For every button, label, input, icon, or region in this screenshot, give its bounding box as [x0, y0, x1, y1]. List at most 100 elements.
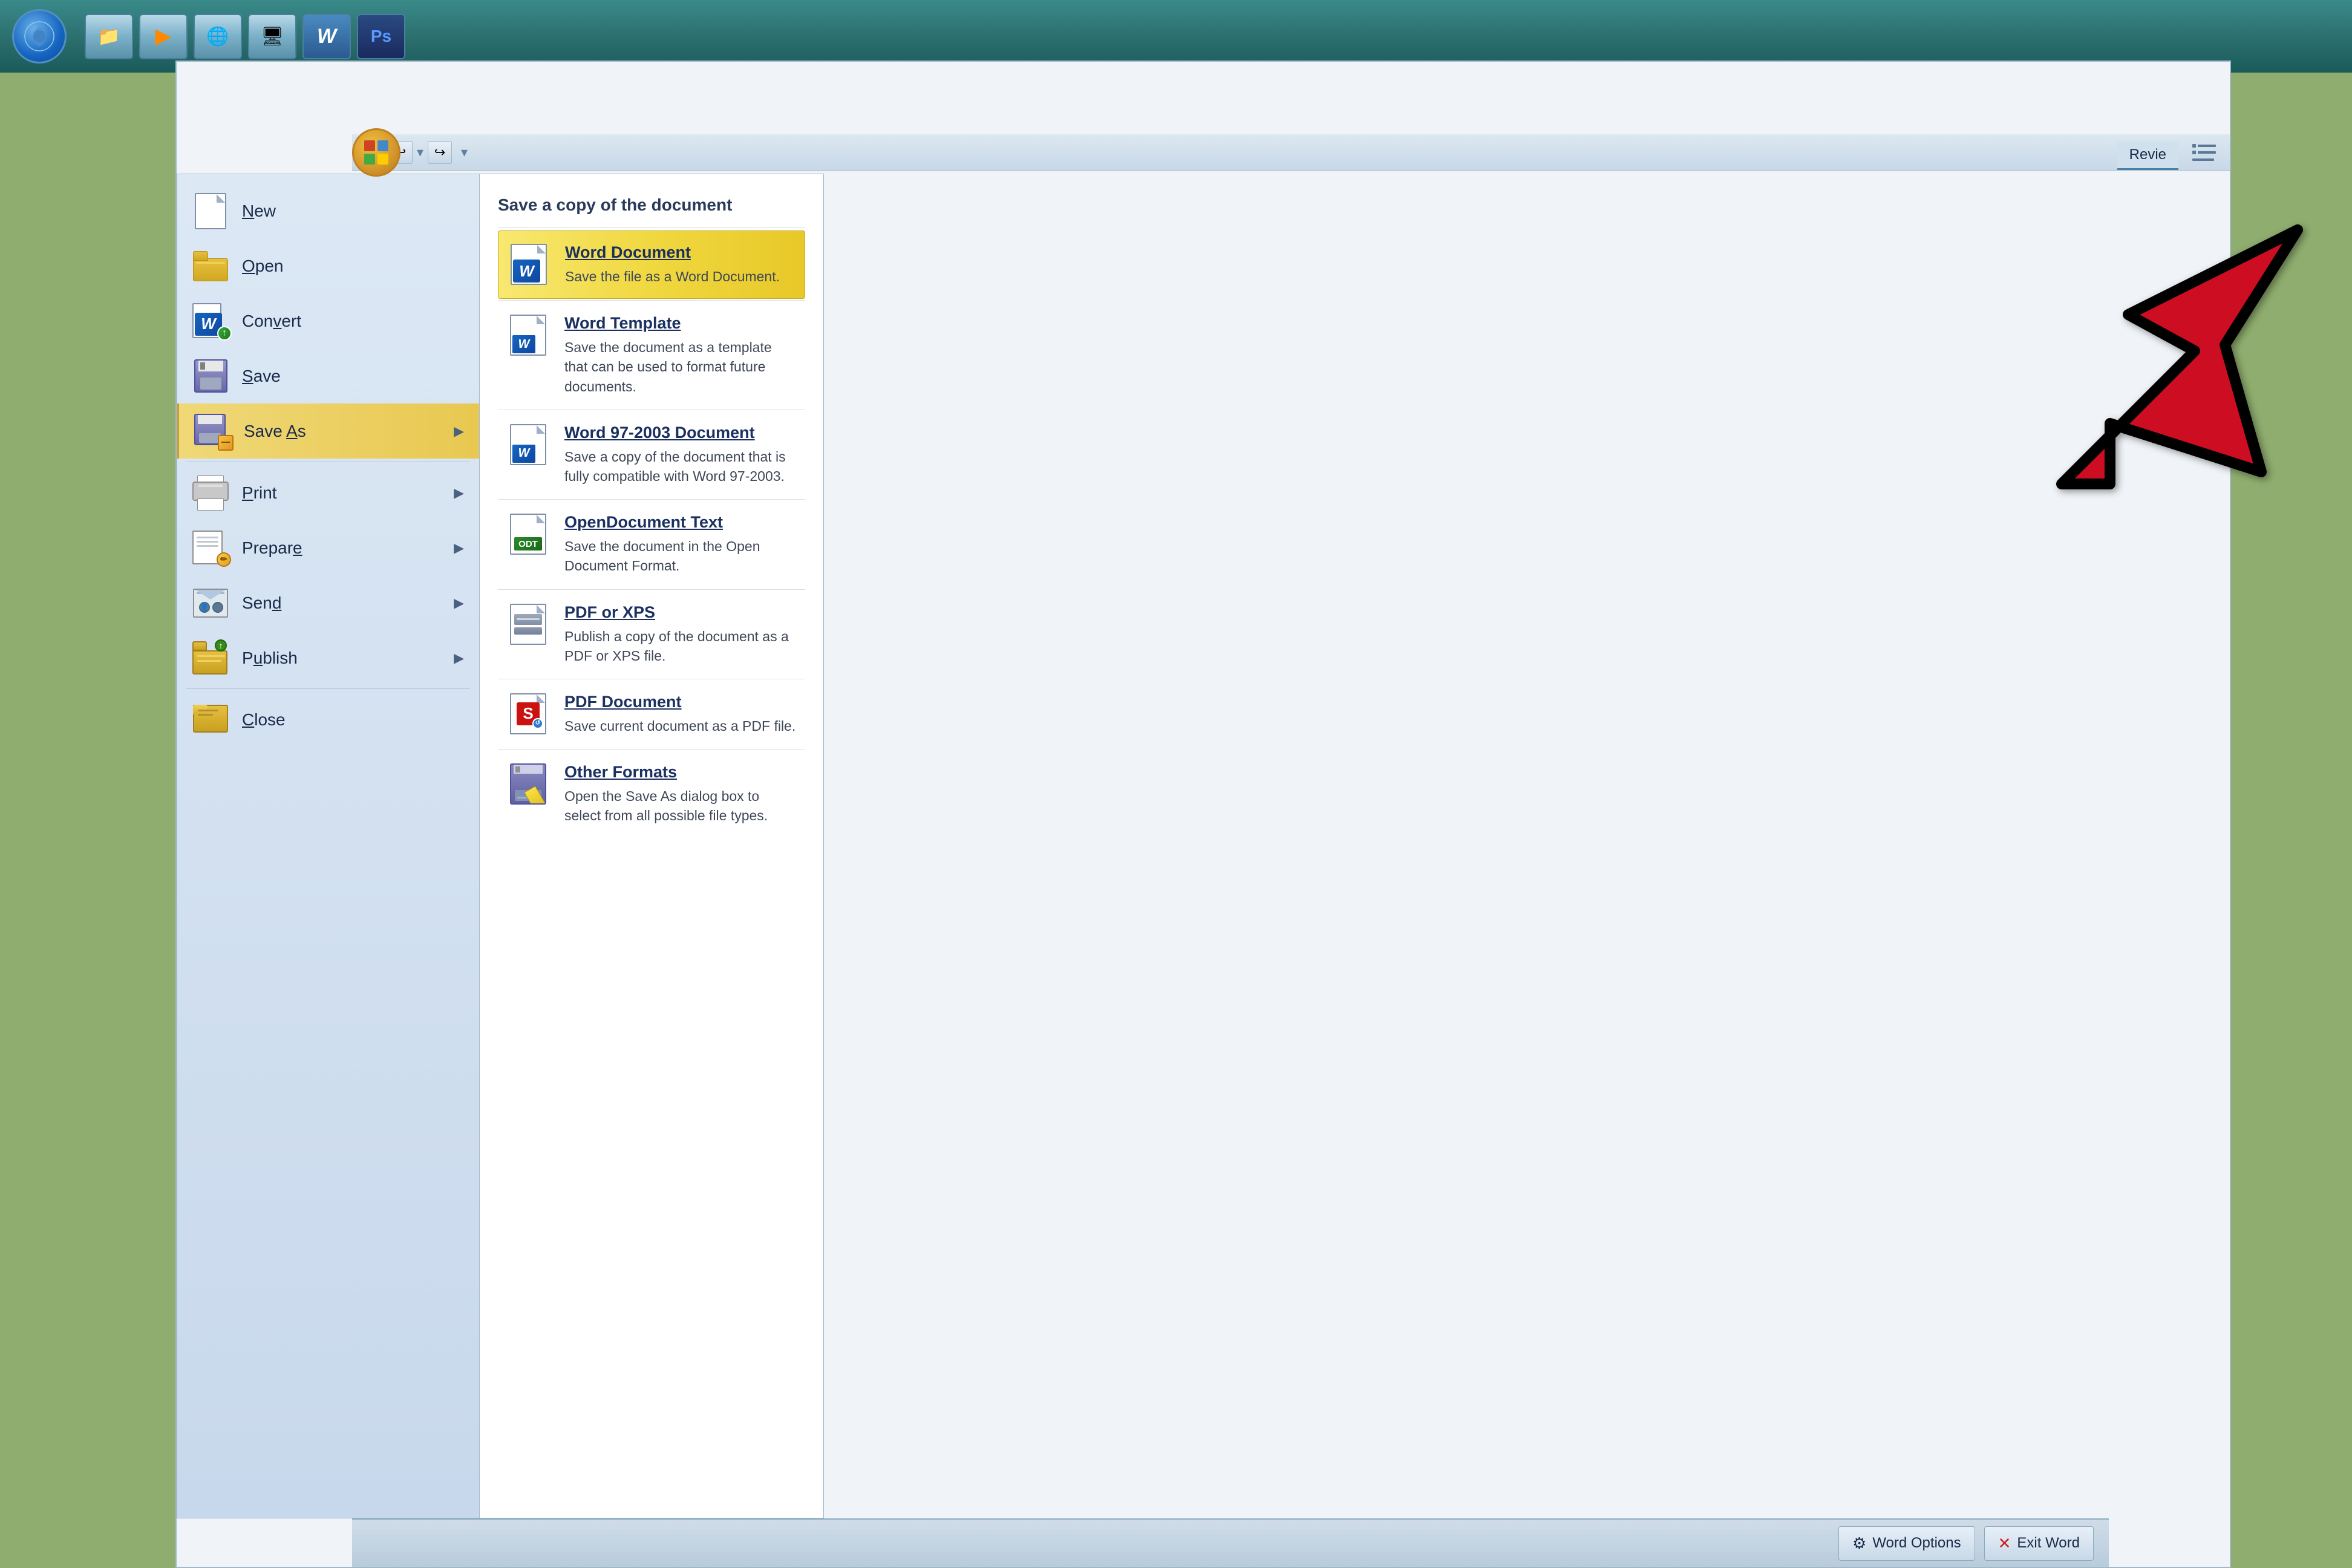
pdf-xps-desc: Publish a copy of the document as a PDF … [564, 627, 796, 665]
saveas-item-pdf-xps[interactable]: PDF or XPS Publish a copy of the documen… [498, 591, 805, 678]
saveas-divider-4 [498, 589, 805, 590]
bottom-bar: ⚙ Word Options ✕ Exit Word [352, 1518, 2109, 1567]
taskbar-chrome-btn[interactable]: 🌐 [194, 14, 242, 59]
word-document-desc: Save the file as a Word Document. [565, 267, 795, 286]
quick-toolbar: 💾 ↩ ▾ ↪ ▾ Revie [352, 134, 2230, 171]
nav-divider-2 [186, 688, 470, 689]
saveas-item-pdf-document[interactable]: S ↺ PDF Document Save current document a… [498, 681, 805, 748]
nav-new-label: New [242, 201, 276, 221]
saveas-divider-1 [498, 300, 805, 301]
start-orb[interactable] [12, 9, 67, 64]
remote-icon: 🖥 [259, 23, 286, 50]
nav-print-label: Print [242, 483, 277, 503]
taskbar-word-btn[interactable]: W [302, 14, 351, 59]
folder-icon: 📁 [96, 23, 122, 50]
nav-item-publish[interactable]: ↑ Publish ▶ [177, 630, 479, 685]
save-as-arrow: ▶ [454, 423, 464, 439]
close-file-icon [192, 703, 229, 736]
pdf-xps-title: PDF or XPS [564, 603, 796, 622]
nav-publish-label: Publish [242, 648, 298, 668]
word-template-title: Word Template [564, 314, 796, 333]
open-folder-icon [192, 249, 229, 283]
print-arrow: ▶ [454, 485, 464, 501]
opendocument-title: OpenDocument Text [564, 513, 796, 532]
word-document-icon: W [508, 243, 550, 286]
nav-close-label: Close [242, 710, 286, 730]
word-doc-badge: W [513, 260, 540, 283]
send-arrow: ▶ [454, 595, 464, 611]
word-options-button[interactable]: ⚙ Word Options [1838, 1526, 1975, 1561]
prepare-arrow: ▶ [454, 540, 464, 556]
publish-icon: ↑ [192, 641, 229, 675]
saveas-divider-6 [498, 749, 805, 750]
nav-item-print[interactable]: Print ▶ [177, 465, 479, 520]
other-formats-desc: Open the Save As dialog box to select fr… [564, 786, 796, 825]
other-formats-text: Other Formats Open the Save As dialog bo… [564, 763, 796, 825]
saveas-item-other-formats[interactable]: Other Formats Open the Save As dialog bo… [498, 751, 805, 837]
nav-item-open[interactable]: Open [177, 238, 479, 293]
word-options-icon: ⚙ [1852, 1534, 1866, 1553]
word-options-label: Word Options [1872, 1535, 1961, 1552]
redo-icon: ↪ [434, 145, 445, 160]
redo-btn[interactable]: ↪ [428, 141, 452, 164]
nav-item-prepare[interactable]: ✏ Prepare ▶ [177, 520, 479, 575]
ps-icon: Ps [368, 23, 394, 50]
opendocument-desc: Save the document in the Open Document F… [564, 537, 796, 575]
other-formats-icon [507, 763, 549, 805]
opendocument-text: OpenDocument Text Save the document in t… [564, 513, 796, 575]
exit-word-label: Exit Word [2017, 1535, 2080, 1552]
print-icon [192, 476, 229, 509]
saveas-item-opendocument[interactable]: ODT OpenDocument Text Save the document … [498, 501, 805, 587]
publish-arrow: ▶ [454, 650, 464, 666]
saveas-item-word-document[interactable]: W Word Document Save the file as a Word … [498, 230, 805, 299]
nav-open-label: Open [242, 256, 284, 276]
exit-word-button[interactable]: ✕ Exit Word [1984, 1526, 2094, 1561]
word-97-2003-title: Word 97-2003 Document [564, 423, 796, 442]
chrome-icon: 🌐 [204, 23, 231, 50]
send-icon: 👤 [192, 586, 229, 619]
opendocument-icon: ODT [507, 513, 549, 555]
word-icon: W [313, 23, 340, 50]
word-97-2003-desc: Save a copy of the document that is full… [564, 447, 796, 486]
pdf-xps-text: PDF or XPS Publish a copy of the documen… [564, 603, 796, 665]
taskbar-folder-btn[interactable]: 📁 [85, 14, 133, 59]
nav-item-new[interactable]: New [177, 183, 479, 238]
toolbar-dropdown-icon[interactable]: ▾ [461, 145, 468, 160]
prepare-icon: ✏ [192, 531, 229, 564]
pdf-xps-icon [507, 603, 549, 645]
nav-item-save[interactable]: Save [177, 348, 479, 403]
pdf-document-text: PDF Document Save current document as a … [564, 693, 796, 736]
word-document-title: Word Document [565, 243, 795, 262]
tab-review[interactable]: Revie [2117, 142, 2178, 170]
save-as-icon [194, 414, 230, 448]
saveas-item-word-97-2003[interactable]: W Word 97-2003 Document Save a copy of t… [498, 411, 805, 498]
taskbar-remote-btn[interactable]: 🖥 [248, 14, 296, 59]
pdf-document-icon: S ↺ [507, 693, 549, 735]
saveas-header: Save a copy of the document [498, 186, 805, 227]
nav-save-as-label: Save As [244, 422, 306, 441]
taskbar-ps-btn[interactable]: Ps [357, 14, 405, 59]
save-floppy-icon [192, 359, 229, 393]
exit-word-icon: ✕ [1998, 1534, 2011, 1553]
saveas-item-word-template[interactable]: W Word Template Save the document as a t… [498, 302, 805, 408]
word-template-icon: W [507, 314, 549, 356]
nav-item-convert[interactable]: W ↑ Convert [177, 293, 479, 348]
office-button[interactable] [352, 128, 400, 177]
nav-save-label: Save [242, 367, 281, 386]
pdf-document-title: PDF Document [564, 693, 796, 711]
file-menu: New Open [177, 174, 824, 1518]
word-template-text: Word Template Save the document as a tem… [564, 314, 796, 396]
other-formats-title: Other Formats [564, 763, 796, 782]
nav-item-save-as[interactable]: Save As ▶ [177, 403, 479, 459]
nav-item-send[interactable]: 👤 Send ▶ [177, 575, 479, 630]
pdf-document-desc: Save current document as a PDF file. [564, 716, 796, 736]
word-document-text: Word Document Save the file as a Word Do… [565, 243, 795, 286]
nav-convert-label: Convert [242, 312, 301, 331]
saveas-panel: Save a copy of the document W Word Docum… [480, 174, 823, 1518]
nav-item-close[interactable]: Close [177, 692, 479, 747]
nav-prepare-label: Prepare [242, 538, 302, 558]
undo-dropdown-icon[interactable]: ▾ [416, 145, 425, 160]
play-icon: ▶ [150, 23, 177, 50]
taskbar-play-btn[interactable]: ▶ [139, 14, 188, 59]
nav-send-label: Send [242, 593, 281, 613]
